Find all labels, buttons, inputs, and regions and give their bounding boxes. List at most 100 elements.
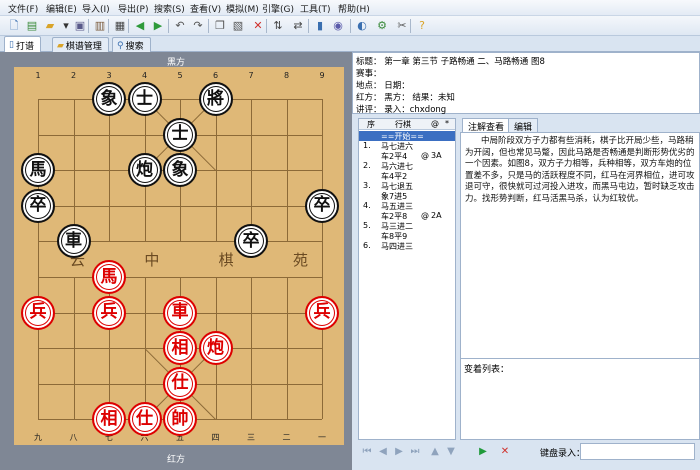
- black-piece[interactable]: 卒: [21, 188, 55, 223]
- file-coordinate-bottom: 二: [282, 433, 291, 442]
- copy-icon[interactable]: ❐: [212, 18, 228, 34]
- red-piece[interactable]: 仕: [127, 402, 162, 437]
- open-icon[interactable]: ▤: [24, 18, 40, 34]
- cut-icon[interactable]: ✂: [394, 18, 410, 34]
- black-piece[interactable]: 炮: [127, 153, 162, 188]
- last-icon[interactable]: ⏭: [408, 444, 422, 458]
- move-row[interactable]: 1. 马七进六: [359, 141, 455, 151]
- menu-item[interactable]: 搜索(S): [154, 2, 185, 15]
- tab-play[interactable]: ▯ 打谱: [4, 36, 41, 52]
- move-num: 1.: [363, 141, 371, 150]
- variations-list[interactable]: 变着列表：: [460, 358, 700, 440]
- move-row[interactable]: 4. 马五进三: [359, 201, 455, 211]
- delete-icon[interactable]: ▦: [112, 18, 128, 34]
- black-piece[interactable]: 士: [127, 82, 162, 116]
- tab-manager[interactable]: ▰ 棋谱管理: [52, 37, 109, 52]
- move-row[interactable]: 车4平2: [359, 171, 455, 181]
- move-row[interactable]: ==开始==: [359, 131, 455, 141]
- back-icon[interactable]: ◀: [132, 18, 148, 34]
- tab-edit-comment[interactable]: 编辑: [508, 118, 539, 133]
- col-mark[interactable]: @: [431, 119, 439, 128]
- col-star[interactable]: *: [445, 119, 449, 128]
- close-icon[interactable]: ✕: [250, 18, 266, 34]
- move-list[interactable]: 序 行棋 @ * ==开始== 1. 马七进六 车2平4 @3A 2. 马六进七 车4平2 3.…: [358, 118, 456, 440]
- menu-item[interactable]: 查看(V): [190, 2, 221, 15]
- open-folder-icon[interactable]: ▰: [42, 18, 58, 34]
- next-icon[interactable]: ▶: [392, 444, 406, 458]
- river-character: 苑: [292, 251, 310, 270]
- red-piece[interactable]: 仕: [163, 366, 197, 401]
- paste2-icon[interactable]: ▧: [230, 18, 246, 34]
- menu-item[interactable]: 导出(P): [118, 2, 148, 15]
- menu-item[interactable]: 帮助(H): [338, 2, 370, 15]
- move-row[interactable]: 车8平9: [359, 231, 455, 241]
- file-coordinate-top: 8: [283, 71, 290, 80]
- chess-board[interactable]: 123456789九八七六五四三二一云中棋苑象士將士炮象馬卒卒車卒馬兵兵車兵相炮…: [14, 67, 344, 445]
- menu-item[interactable]: 工具(T): [300, 2, 331, 15]
- move-row[interactable]: 6. 马四进三: [359, 241, 455, 251]
- analysis-icon[interactable]: ◐: [354, 18, 370, 34]
- file-coordinate-top: 4: [141, 71, 148, 80]
- black-piece[interactable]: 馬: [21, 153, 55, 188]
- red-piece[interactable]: 兵: [305, 295, 339, 330]
- book-icon[interactable]: ▮: [312, 18, 328, 34]
- black-piece[interactable]: 車: [56, 224, 91, 259]
- red-piece[interactable]: 兵: [92, 295, 126, 330]
- red-piece[interactable]: 兵: [21, 295, 55, 330]
- up-icon[interactable]: ▲: [428, 444, 442, 458]
- col-move[interactable]: 行棋: [395, 119, 411, 130]
- help-icon[interactable]: ?: [414, 18, 430, 34]
- red-piece[interactable]: 車: [163, 295, 197, 330]
- menu-item[interactable]: 引擎(G): [262, 2, 294, 15]
- undo-icon[interactable]: ↶: [172, 18, 188, 34]
- info-players: 红方： 黑方： 结果：未知: [356, 93, 455, 103]
- red-piece[interactable]: 炮: [198, 331, 233, 366]
- col-number[interactable]: 序: [367, 119, 375, 130]
- move-row[interactable]: 5. 马三进二: [359, 221, 455, 231]
- toolbar-separator: [88, 19, 89, 33]
- engine-icon[interactable]: ◉: [330, 18, 346, 34]
- redo-icon[interactable]: ↷: [190, 18, 206, 34]
- down-icon[interactable]: ▼: [444, 444, 458, 458]
- tab-search[interactable]: ⚲ 搜索: [112, 37, 151, 52]
- file-coordinate-top: 2: [70, 71, 77, 80]
- play-icon[interactable]: ▶: [476, 444, 490, 458]
- first-icon[interactable]: ⏮: [360, 444, 374, 458]
- paste-icon[interactable]: ▥: [92, 18, 108, 34]
- info-event: 赛事：: [356, 69, 382, 79]
- stop-icon[interactable]: ✕: [498, 444, 512, 458]
- move-row[interactable]: 车2平8 @2A: [359, 211, 455, 221]
- comment-text[interactable]: 中局阶段双方子力都有些消耗，棋子比开局少些，马路稍为开阔，但也常见马蹩，因此马路…: [460, 132, 700, 372]
- toolbar-separator: [350, 19, 351, 33]
- file-coordinate-bottom: 一: [318, 433, 326, 442]
- move-row[interactable]: 3. 马七退五: [359, 181, 455, 191]
- settings-icon[interactable]: ⚙: [374, 18, 390, 34]
- black-piece[interactable]: 象: [163, 153, 197, 188]
- move-row[interactable]: 2. 马六进七: [359, 161, 455, 171]
- flip-vertical-icon[interactable]: ⇅: [270, 18, 286, 34]
- toolbar-separator: [128, 19, 129, 33]
- red-piece[interactable]: 相: [163, 331, 197, 366]
- menu-item[interactable]: 模拟(M): [226, 2, 259, 15]
- black-piece[interactable]: 將: [198, 82, 233, 116]
- red-piece[interactable]: 馬: [92, 260, 126, 294]
- keyboard-input-field[interactable]: [580, 443, 695, 460]
- prev-icon[interactable]: ◀: [376, 444, 390, 458]
- info-commentator: 讲评： 录入：chxdong: [356, 105, 447, 115]
- move-extra: 3A: [431, 151, 442, 160]
- tab-search-label: 搜索: [125, 42, 144, 52]
- move-row[interactable]: 车2平4 @3A: [359, 151, 455, 161]
- move-row[interactable]: 象7进5: [359, 191, 455, 201]
- black-piece[interactable]: 象: [92, 82, 126, 116]
- menu-item[interactable]: 导入(I): [82, 2, 110, 15]
- flip-horizontal-icon[interactable]: ⇄: [290, 18, 306, 34]
- menu-item[interactable]: 编辑(E): [46, 2, 77, 15]
- menu-item[interactable]: 文件(F): [8, 2, 38, 15]
- black-piece[interactable]: 士: [163, 117, 197, 152]
- tab-view-comment[interactable]: 注解查看: [462, 118, 511, 133]
- black-piece[interactable]: 卒: [305, 188, 339, 223]
- save-icon[interactable]: ▣: [72, 18, 88, 34]
- forward-icon[interactable]: ▶: [150, 18, 166, 34]
- red-side-label: 红方: [166, 455, 185, 465]
- new-icon[interactable]: 🗋: [6, 18, 22, 34]
